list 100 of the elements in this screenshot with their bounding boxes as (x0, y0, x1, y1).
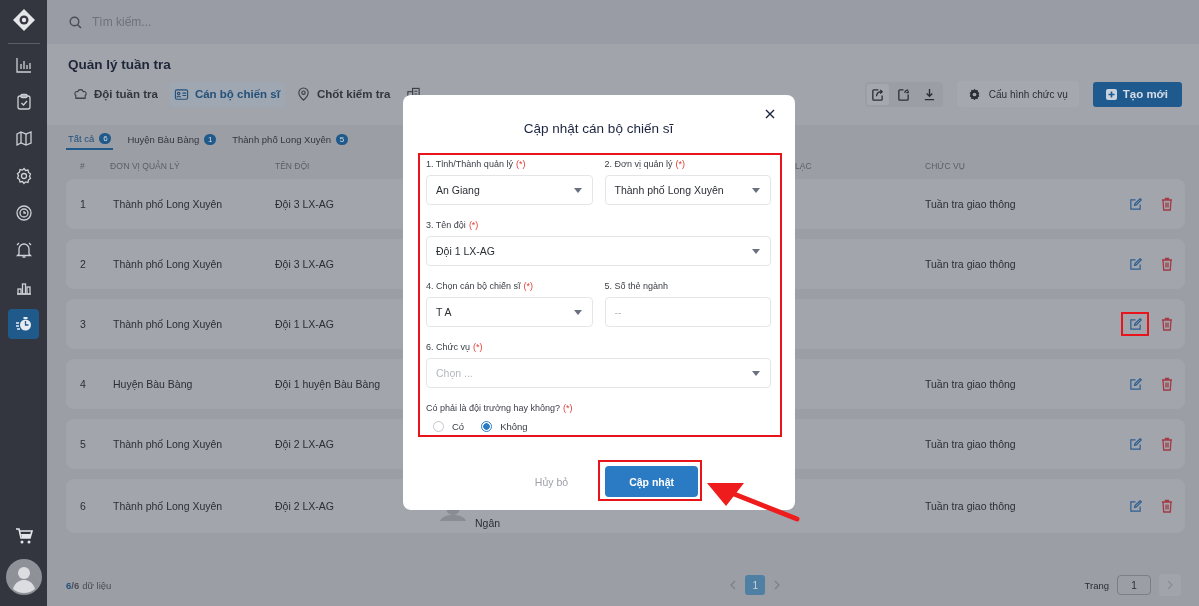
filter-tab[interactable]: Tất cả 6 (66, 133, 114, 150)
tab[interactable]: Cán bộ chiến sĩ (168, 81, 285, 107)
trash-icon (1161, 437, 1173, 451)
select-field[interactable]: T A (426, 297, 593, 327)
dialog-title: Cập nhật cán bộ chiến sĩ (523, 120, 674, 136)
person-name: Ngân (475, 517, 501, 529)
table-cell: 2 (80, 258, 86, 270)
required-mark: (*) (515, 159, 526, 170)
update-button[interactable]: Cập nhật (605, 466, 699, 497)
search-icon (69, 15, 82, 29)
user-avatar-icon[interactable] (5, 559, 42, 595)
timer-icon (14, 204, 33, 222)
page-field[interactable]: 1 (1117, 575, 1151, 595)
select-field[interactable]: Thành phố Long Xuyên (604, 175, 771, 205)
required-mark: (*) (563, 403, 573, 414)
edit-icon (1128, 197, 1142, 211)
hat-icon (73, 86, 88, 102)
field-label: 6. Chức vụ (426, 342, 471, 353)
field-label: 2. Đơn vị quản lý (604, 159, 673, 170)
records-label: dữ liệu (82, 579, 112, 591)
edit-icon (1128, 377, 1142, 391)
table-cell: Đội 3 LX-AG (275, 258, 334, 270)
logo-icon[interactable] (11, 8, 36, 32)
close-icon[interactable] (765, 109, 775, 119)
trash-icon (1161, 317, 1173, 331)
stopwatch-icon (14, 315, 33, 333)
caret-icon (752, 370, 760, 376)
table-cell: Đội 1 LX-AG (275, 318, 334, 330)
pin-icon (295, 86, 311, 102)
table-cell: Tuần tra giao thông (925, 500, 1016, 512)
table-cell: Thành phố Long Xuyên (113, 318, 223, 330)
tab[interactable]: Chốt kiểm tra (290, 81, 396, 107)
table-cell: Thành phố Long Xuyên (113, 198, 223, 210)
edit-icon (1128, 257, 1142, 271)
edit-icon (1128, 317, 1142, 331)
table-cell: Đội 3 LX-AG (275, 198, 334, 210)
map-icon (14, 130, 33, 148)
input-field[interactable]: -- (604, 297, 771, 327)
table-cell: Tuần tra giao thông (925, 258, 1016, 270)
table-cell: 3 (80, 318, 86, 330)
trash-icon (1161, 499, 1173, 513)
column-header: # (80, 160, 85, 171)
edit-icon (1128, 499, 1142, 513)
trash-icon (1161, 257, 1173, 271)
page-button[interactable]: 1 (745, 575, 766, 595)
bell-icon (14, 241, 33, 259)
sidebar-item[interactable] (8, 309, 39, 339)
clipboard-icon (14, 93, 33, 111)
field-label: 4. Chọn cán bộ chiến sĩ (426, 281, 521, 292)
table-cell: Tuần tra giao thông (925, 438, 1016, 450)
caret-icon (573, 187, 582, 193)
download-icon (923, 87, 937, 101)
column-header: LẠC (795, 160, 812, 171)
total-count: /6 (71, 579, 80, 591)
required-mark: (*) (468, 220, 479, 231)
table-cell: Đội 2 LX-AG (275, 500, 334, 512)
question-label: Có phải là đội trưởng hay không? (426, 403, 560, 414)
table-cell: Đội 2 LX-AG (275, 438, 334, 450)
cart-icon[interactable] (14, 527, 33, 545)
filter-tab[interactable]: Thành phố Long Xuyên 5 (230, 133, 351, 150)
caret-icon (573, 309, 582, 315)
table-cell: 4 (80, 378, 86, 390)
table-cell: 1 (80, 198, 86, 210)
create-button[interactable]: Tạo mới (1092, 81, 1182, 107)
field-label: 1. Tỉnh/Thành quản lý (426, 159, 513, 170)
radio-option[interactable]: Không (481, 421, 528, 432)
select-field[interactable]: Đội 1 LX-AG (426, 236, 771, 266)
idcard-icon (173, 86, 189, 102)
plus-icon (1105, 88, 1117, 100)
shown-count: 6 (66, 579, 72, 591)
table-cell: Tuần tra giao thông (925, 378, 1016, 390)
field-label: 5. Số thẻ ngành (604, 281, 669, 292)
config-button[interactable]: Cấu hình chức vụ (956, 81, 1079, 107)
edit-button[interactable] (1121, 312, 1149, 336)
tab[interactable]: Đội tuần tra (68, 81, 163, 107)
trash-icon (1161, 197, 1173, 211)
radio-option[interactable]: Có (433, 421, 465, 432)
table-cell: 5 (80, 438, 86, 450)
edit-icon (1128, 437, 1142, 451)
chart-icon (14, 56, 33, 74)
table-cell: Thành phố Long Xuyên (113, 258, 223, 270)
column-header: TÊN ĐỘI (275, 160, 310, 171)
trash-icon (1161, 377, 1173, 391)
page-title: Quản lý tuần tra (68, 57, 172, 72)
required-mark: (*) (523, 281, 534, 292)
gear-icon (14, 167, 33, 185)
filter-tab[interactable]: Huyện Bàu Bàng 1 (125, 133, 219, 150)
export-button[interactable] (866, 83, 889, 105)
table-cell: Thành phố Long Xuyên (113, 438, 223, 450)
gear-icon (967, 87, 981, 101)
table-cell: 6 (80, 500, 86, 512)
page-label: Trang (1084, 579, 1109, 591)
import-icon (897, 87, 911, 101)
caret-icon (752, 248, 760, 254)
select-field[interactable]: An Giang (426, 175, 593, 205)
field-label: 3. Tên đội (426, 220, 466, 231)
required-mark: (*) (473, 342, 483, 353)
table-cell: Thành phố Long Xuyên (113, 500, 223, 512)
table-cell: Đội 1 huyện Bàu Bàng (275, 378, 381, 390)
caret-icon (752, 187, 760, 193)
